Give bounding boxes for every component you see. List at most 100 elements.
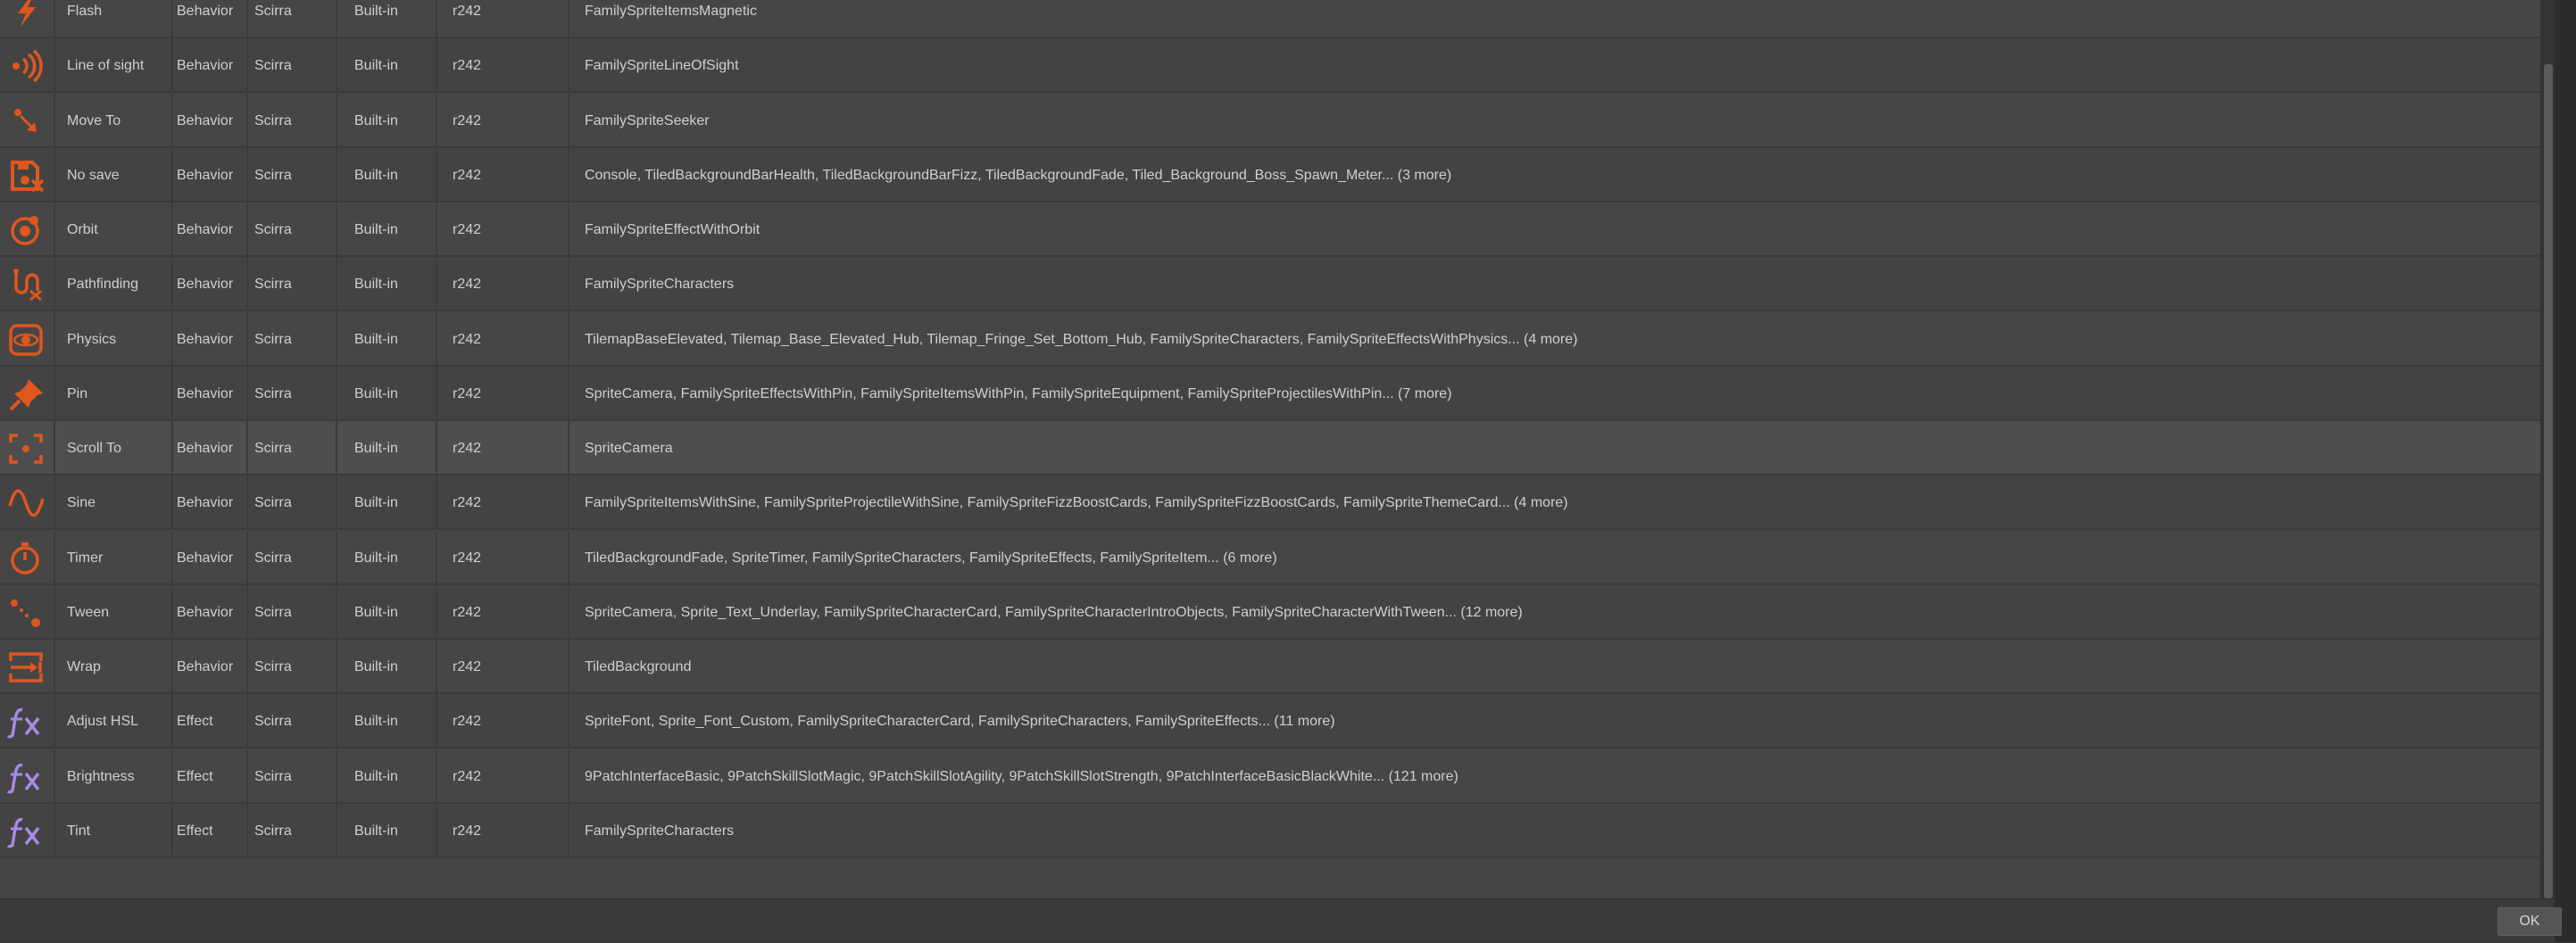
icon-cell [0,311,55,365]
table-row[interactable]: Wrap Behavior Scirra Built-in r242 Tiled… [0,640,2540,694]
addon-origin: Built-in [337,203,437,255]
table-row[interactable]: Flash Behavior Scirra Built-in r242 Fami… [0,0,2540,38]
addon-origin: Built-in [337,93,437,146]
addon-author: Scirra [248,38,337,92]
addon-type: Effect [173,803,248,856]
addon-used-in: SpriteCamera, Sprite_Text_Underlay, Fami… [585,604,1523,620]
addon-used-in: FamilySpriteCharacters [585,823,735,839]
addon-list: Flash Behavior Scirra Built-in r242 Fami… [0,0,2540,898]
icon-cell [0,640,55,692]
table-row[interactable]: Tint Effect Scirra Built-in r242 FamilyS… [0,803,2540,858]
icon-cell [0,93,55,146]
addon-used-in: SpriteCamera, FamilySpriteEffectsWithPin… [585,385,1452,401]
addon-name: Brightness [55,749,173,802]
addon-origin: Built-in [337,311,437,365]
addon-name: Move To [55,93,173,146]
addon-author: Scirra [248,147,337,201]
table-row[interactable]: Scroll To Behavior Scirra Built-in r242 … [0,421,2540,476]
line-of-sight-icon [7,49,46,83]
table-row[interactable]: Physics Behavior Scirra Built-in r242 Ti… [0,311,2540,367]
addon-name: Tween [55,584,173,638]
icon-cell [0,257,55,310]
flash-icon [7,0,46,29]
table-row[interactable]: Brightness Effect Scirra Built-in r242 9… [0,749,2540,804]
addon-origin: Built-in [337,803,437,856]
addon-version: r242 [437,93,569,146]
table-row[interactable]: Sine Behavior Scirra Built-in r242 Famil… [0,476,2540,531]
addon-version: r242 [437,530,569,583]
addon-author: Scirra [248,694,337,748]
addon-type: Behavior [173,147,248,201]
table-row[interactable]: Timer Behavior Scirra Built-in r242 Tile… [0,530,2540,585]
icon-cell [0,203,55,255]
addon-used-in: TilemapBaseElevated, Tilemap_Base_Elevat… [585,331,1578,347]
addon-version: r242 [437,311,569,365]
addon-version: r242 [437,476,569,529]
addon-name: Physics [55,311,173,365]
addon-origin: Built-in [337,421,437,474]
addon-version: r242 [437,749,569,802]
window-edge [2555,0,2576,942]
no-save-icon [7,159,46,193]
icon-cell [0,366,55,419]
addon-author: Scirra [248,311,337,365]
addon-version: r242 [437,803,569,856]
icon-cell [0,476,55,529]
addon-version: r242 [437,584,569,638]
move-to-icon [7,104,46,138]
table-row[interactable]: No save Behavior Scirra Built-in r242 Co… [0,147,2540,203]
addon-author: Scirra [248,584,337,638]
table-row[interactable]: Line of sight Behavior Scirra Built-in r… [0,38,2540,94]
addon-name: Tint [55,803,173,856]
ok-button[interactable]: OK [2497,907,2562,936]
addon-author: Scirra [248,93,337,146]
addon-author: Scirra [248,421,337,474]
addon-name: No save [55,147,173,201]
table-row[interactable]: Adjust HSL Effect Scirra Built-in r242 S… [0,694,2540,749]
addon-type: Behavior [173,257,248,310]
addon-used-in: 9PatchInterfaceBasic, 9PatchSkillSlotMag… [585,768,1458,784]
icon-cell [0,38,55,92]
addon-origin: Built-in [337,38,437,92]
addon-version: r242 [437,640,569,692]
timer-icon [7,542,46,575]
table-row[interactable]: Orbit Behavior Scirra Built-in r242 Fami… [0,203,2540,257]
addon-type: Behavior [173,93,248,146]
addon-used-in: TiledBackgroundFade, SpriteTimer, Family… [585,550,1277,566]
addon-version: r242 [437,421,569,474]
table-row[interactable]: Pathfinding Behavior Scirra Built-in r24… [0,257,2540,312]
addon-origin: Built-in [337,749,437,802]
icon-cell [0,694,55,748]
addon-type: Behavior [173,203,248,255]
addon-used-in: Console, TiledBackgroundBarHealth, Tiled… [585,167,1452,183]
scrollbar-thumb[interactable] [2544,64,2553,898]
addon-type: Behavior [173,530,248,583]
addon-used-in: FamilySpriteCharacters [585,277,735,293]
icon-cell [0,0,55,37]
icon-cell [0,803,55,856]
addon-version: r242 [437,257,569,310]
addon-type: Effect [173,749,248,802]
addon-author: Scirra [248,749,337,802]
addon-origin: Built-in [337,476,437,529]
table-row[interactable]: Tween Behavior Scirra Built-in r242 Spri… [0,584,2540,640]
addon-origin: Built-in [337,530,437,583]
addon-origin: Built-in [337,257,437,310]
addon-name: Pin [55,366,173,419]
table-row[interactable]: Move To Behavior Scirra Built-in r242 Fa… [0,93,2540,148]
addon-name: Sine [55,476,173,529]
addon-used-in: FamilySpriteEffectWithOrbit [585,222,760,237]
pathfinding-icon [7,268,46,302]
addon-version: r242 [437,38,569,92]
orbit-icon [7,213,46,247]
addon-used-in: FamilySpriteLineOfSight [585,58,739,74]
addon-origin: Built-in [337,0,437,37]
addon-name: Flash [55,0,173,37]
addon-version: r242 [437,366,569,419]
icon-cell [0,584,55,638]
icon-cell [0,147,55,201]
table-row[interactable]: Pin Behavior Scirra Built-in r242 Sprite… [0,366,2540,421]
fx-icon [7,760,46,794]
physics-icon [7,323,46,357]
addon-used-in: SpriteCamera [585,441,673,456]
